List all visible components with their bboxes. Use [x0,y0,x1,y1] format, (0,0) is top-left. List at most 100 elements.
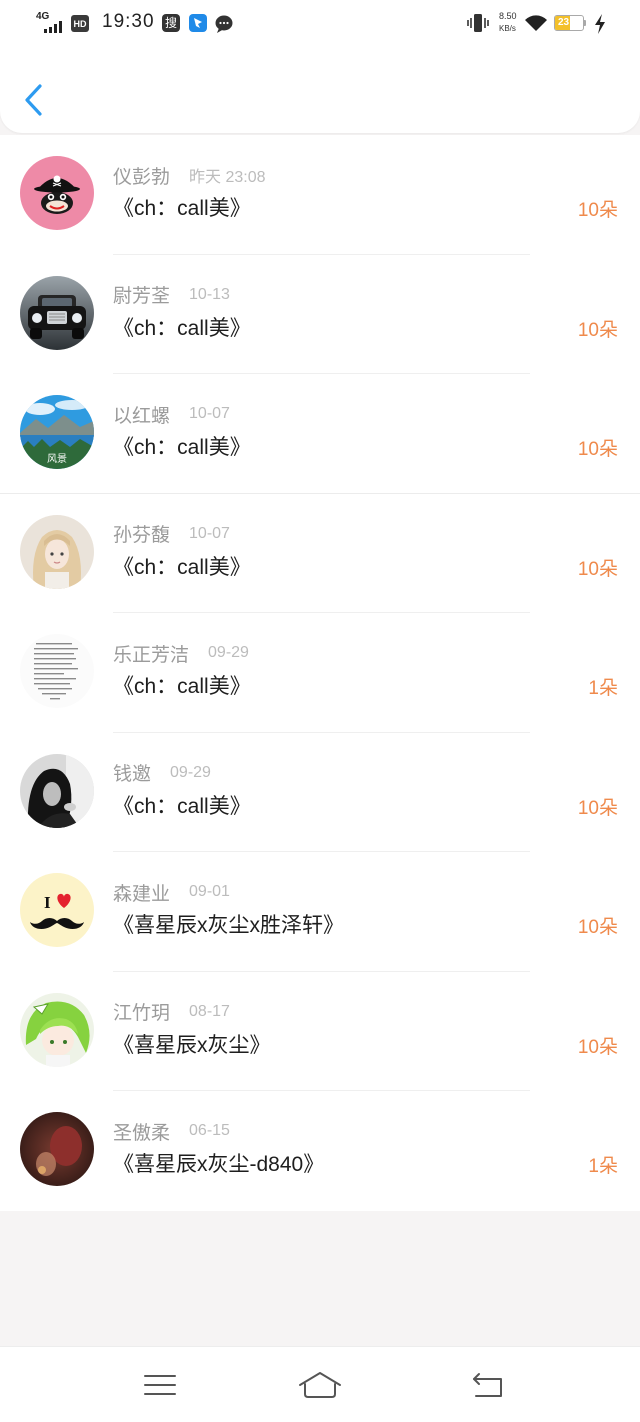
list-item[interactable]: 仪彭勃 昨天 23:08 《ch：call美》 10朵 [0,135,640,255]
vibrate-icon [467,14,489,32]
list-item[interactable]: 圣傲柔 06-15 《喜星辰x灰尘-d840》 1朵 [0,1091,640,1211]
avatar[interactable] [20,992,94,1067]
net-speed-unit: KB/s [499,24,516,33]
flower-list: 仪彭勃 昨天 23:08 《ch：call美》 10朵 尉芳荃 10-13 《c… [0,135,640,1211]
net-speed-value: 8.50 [499,11,517,21]
flower-count: 10朵 [577,797,618,819]
flower-count: 10朵 [577,200,618,221]
user-name: 仪彭勃 [113,166,171,188]
text-note-avatar [20,634,94,708]
timestamp: 昨天 23:08 [189,169,266,186]
item-title: 《ch：call美》 [113,316,251,340]
search-app-icon: 搜 [162,14,180,32]
item-title: 《喜星辰x灰尘-d840》 [113,1153,325,1176]
item-meta: 圣傲柔 06-15 [113,1116,230,1146]
item-title: 《ch：call美》 [113,675,251,698]
hd-icon: HD [71,15,89,32]
bw-girl-avatar [20,753,94,828]
item-meta: 江竹玥 08-17 [113,997,230,1027]
item-title: 《ch：call美》 [113,555,251,579]
item-title: 《ch：call美》 [113,436,251,459]
flower-count: 1朵 [588,678,618,699]
avatar[interactable] [20,753,94,828]
avatar[interactable]: 风景 [20,395,94,469]
item-title: 《ch：call美》 [113,794,251,818]
user-name: 圣傲柔 [113,1122,171,1144]
list-item[interactable]: 乐正芳洁 09-29 《ch：call美》 1朵 [0,613,640,733]
navigation-bar [0,1346,640,1422]
timestamp: 10-13 [189,285,230,303]
pirate-monkey-avatar [20,156,94,230]
timestamp: 09-01 [189,883,230,900]
home-button[interactable] [298,1370,342,1405]
item-meta: 以红螺 10-07 [113,399,230,429]
home-icon [299,1372,341,1398]
item-title: 《ch：call美》 [113,197,251,220]
avatar[interactable] [20,275,94,350]
battery-icon: 23 [554,15,584,31]
signal-icon [44,21,62,33]
avatar-caption: 风景 [47,453,67,465]
avatar[interactable] [20,634,94,708]
flower-count: 10朵 [577,1036,618,1058]
list-item[interactable]: 孙芬馥 10-07 《ch：call美》 10朵 [0,494,640,613]
green-hair-anime-avatar [20,992,94,1067]
chat-bubble-icon [215,15,233,33]
return-icon [473,1373,502,1397]
mustache-avatar: I [20,873,94,947]
user-name: 孙芬馥 [113,525,171,546]
item-meta: 仪彭勃 昨天 23:08 [113,160,266,190]
battery-level: 23 [557,17,570,28]
avatar[interactable] [20,156,94,230]
wifi-icon [525,15,547,31]
timestamp: 10-07 [189,524,230,542]
item-meta: 乐正芳洁 09-29 [113,638,249,668]
battery-nub [584,20,586,26]
item-meta: 森建业 09-01 [113,877,230,907]
list-item[interactable]: 风景 以红螺 10-07 《ch：call美》 10朵 [0,374,640,494]
blonde-girl-avatar [20,514,94,589]
user-name: 乐正芳洁 [113,644,190,666]
flower-count: 10朵 [577,439,618,460]
flower-count: 10朵 [577,917,618,938]
timestamp: 09-29 [170,763,211,781]
list-item[interactable]: 钱邀 09-29 《ch：call美》 10朵 [0,733,640,852]
return-button[interactable] [471,1371,505,1404]
flower-count: 1朵 [588,1156,618,1177]
charging-bolt-icon [595,14,605,34]
car-avatar [20,275,94,350]
user-name: 钱邀 [113,764,152,785]
avatar[interactable]: I [20,873,94,947]
user-name: 以红螺 [113,405,171,427]
dark-red-photo-avatar [20,1112,94,1186]
timestamp: 08-17 [189,1002,230,1020]
status-bar: 4G HD 19:30 搜 8.50 KB/s 23 [0,0,640,46]
chevron-left-icon [25,84,42,116]
list-item[interactable]: 尉芳荃 10-13 《ch：call美》 10朵 [0,255,640,374]
timestamp: 06-15 [189,1122,230,1139]
timestamp: 09-29 [208,644,249,661]
clock: 19:30 [102,11,155,32]
avatar-letter: I [44,893,51,912]
timestamp: 10-07 [189,405,230,422]
item-meta: 孙芬馥 10-07 [113,519,230,549]
blue-app-icon [189,14,207,32]
menu-icon [144,1375,176,1395]
flower-count: 10朵 [577,558,618,580]
user-name: 江竹玥 [113,1003,171,1024]
list-item[interactable]: I 森建业 09-01 《喜星辰x灰尘x胜泽轩》 10朵 [0,852,640,972]
user-name: 尉芳荃 [113,286,171,307]
landscape-avatar: 风景 [20,395,94,469]
list-item[interactable]: 江竹玥 08-17 《喜星辰x灰尘》 10朵 [0,972,640,1091]
avatar[interactable] [20,514,94,589]
item-title: 《喜星辰x灰尘x胜泽轩》 [113,914,344,937]
item-title: 《喜星辰x灰尘》 [113,1033,271,1057]
menu-button[interactable] [144,1373,176,1402]
item-meta: 钱邀 09-29 [113,758,211,788]
item-meta: 尉芳荃 10-13 [113,280,230,310]
header: 4G HD 19:30 搜 8.50 KB/s 23 [0,0,640,133]
avatar[interactable] [20,1112,94,1186]
back-button[interactable] [20,80,50,118]
flower-count: 10朵 [577,319,618,341]
user-name: 森建业 [113,883,171,905]
